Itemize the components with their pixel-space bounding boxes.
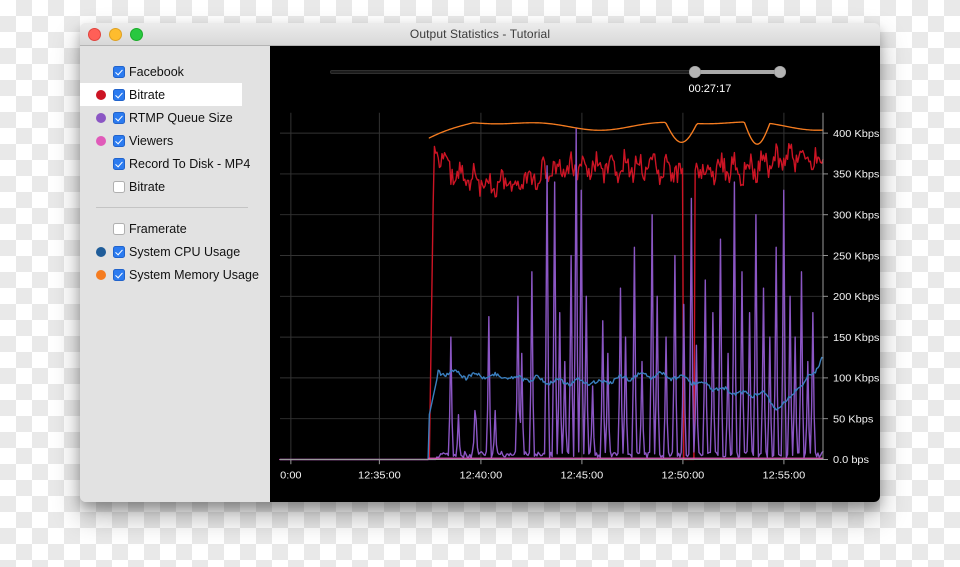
legend-item-label: System Memory Usage xyxy=(129,267,259,282)
sidebar-divider xyxy=(96,207,248,208)
window-controls xyxy=(88,23,143,45)
x-axis-tick-label: 12:50:00 xyxy=(662,470,705,482)
plot-svg: 0.0 bps 50 Kbps 100 Kbps 150 Kbps 200 Kbps 25… xyxy=(279,112,879,482)
y-axis-tick-label: 350 Kbps xyxy=(833,169,879,181)
x-axis-tick-label: 12:35:00 xyxy=(358,470,401,482)
swatch-icon xyxy=(96,159,106,169)
legend-item-label: System CPU Usage xyxy=(129,244,241,259)
swatch-icon xyxy=(96,67,106,77)
timeline-range-slider[interactable]: 00:27:17 xyxy=(330,64,786,95)
legend-item-label: Viewers xyxy=(129,133,174,148)
x-axis-tick-label: 12:45:00 xyxy=(561,470,604,482)
x-axis-tick-label: 12:55:00 xyxy=(763,470,806,482)
swatch-icon xyxy=(96,135,106,146)
legend-item-viewers[interactable]: Viewers xyxy=(80,129,270,152)
slider-handle-right[interactable] xyxy=(774,66,786,78)
legend-item-rtmp-queue-size[interactable]: RTMP Queue Size xyxy=(80,106,270,129)
swatch-icon xyxy=(96,246,106,257)
legend-item-facebook-bitrate[interactable]: Bitrate xyxy=(80,83,242,106)
legend-sidebar: Facebook Bitrate RTMP Queue Size Viewers xyxy=(80,46,270,502)
checkbox-icon[interactable] xyxy=(113,268,125,281)
legend-item-label: Bitrate xyxy=(129,179,166,194)
series-line xyxy=(279,128,824,461)
slider-handle-left[interactable] xyxy=(688,66,701,78)
swatch-icon xyxy=(96,112,106,123)
series-layer xyxy=(279,121,824,461)
checkbox-icon[interactable] xyxy=(113,134,125,147)
window-title: Output Statistics - Tutorial xyxy=(409,27,551,41)
checkbox-icon[interactable] xyxy=(113,180,125,193)
legend-item-label: Bitrate xyxy=(129,87,166,102)
y-axis-tick-label: 300 Kbps xyxy=(833,210,879,222)
x-axis-tick-label: 12:40:00 xyxy=(460,470,503,482)
checkbox-icon[interactable] xyxy=(113,111,125,124)
legend-item-record-to-disk[interactable]: Record To Disk - MP4 xyxy=(80,152,270,175)
legend-item-label: RTMP Queue Size xyxy=(129,110,233,125)
legend-item-facebook[interactable]: Facebook xyxy=(80,60,270,83)
y-axis-tick-label: 250 Kbps xyxy=(833,251,879,263)
window-titlebar: Output Statistics - Tutorial xyxy=(80,23,880,46)
statistics-plot: 0.0 bps 50 Kbps 100 Kbps 150 Kbps 200 Kbps 25… xyxy=(270,108,880,502)
minimize-button[interactable] xyxy=(109,27,122,41)
close-button[interactable] xyxy=(88,27,101,41)
legend-item-label: Facebook xyxy=(129,64,184,79)
slider-value-label: 00:27:17 xyxy=(688,83,732,95)
x-axis-tick-label: 0:00 xyxy=(280,470,301,482)
checkbox-icon[interactable] xyxy=(113,65,125,78)
y-axis-tick-label: 200 Kbps xyxy=(833,291,879,303)
swatch-icon xyxy=(96,269,106,280)
maximize-button[interactable] xyxy=(130,27,143,41)
checkbox-icon[interactable] xyxy=(113,245,125,258)
y-axis-tick-label: 400 Kbps xyxy=(833,128,879,140)
output-statistics-window: Output Statistics - Tutorial Facebook Bi… xyxy=(80,23,880,502)
legend-item-framerate[interactable]: Framerate xyxy=(80,217,270,240)
checkbox-icon[interactable] xyxy=(113,222,125,235)
swatch-icon xyxy=(96,89,106,100)
y-axis-tick-label: 100 Kbps xyxy=(833,373,879,385)
window-body: Facebook Bitrate RTMP Queue Size Viewers xyxy=(80,46,880,502)
slider-selected-range[interactable] xyxy=(694,70,780,74)
legend-item-label: Record To Disk - MP4 xyxy=(129,156,251,171)
chart-panel: 00:27:17 0.0 bps 50 Kbps 100 Kbps 150 Kbps 2… xyxy=(270,46,880,502)
legend-item-record-bitrate[interactable]: Bitrate xyxy=(80,175,270,198)
legend-item-system-cpu-usage[interactable]: System CPU Usage xyxy=(80,240,270,263)
y-axis-tick-label: 50 Kbps xyxy=(833,414,873,426)
y-axis-tick-label: 150 Kbps xyxy=(833,332,879,344)
y-axis-tick-label: 0.0 bps xyxy=(833,455,869,467)
checkbox-icon[interactable] xyxy=(113,157,125,170)
legend-item-label: Framerate xyxy=(129,221,187,236)
checkbox-icon[interactable] xyxy=(113,88,125,101)
legend-item-system-memory-usage[interactable]: System Memory Usage xyxy=(80,263,270,286)
